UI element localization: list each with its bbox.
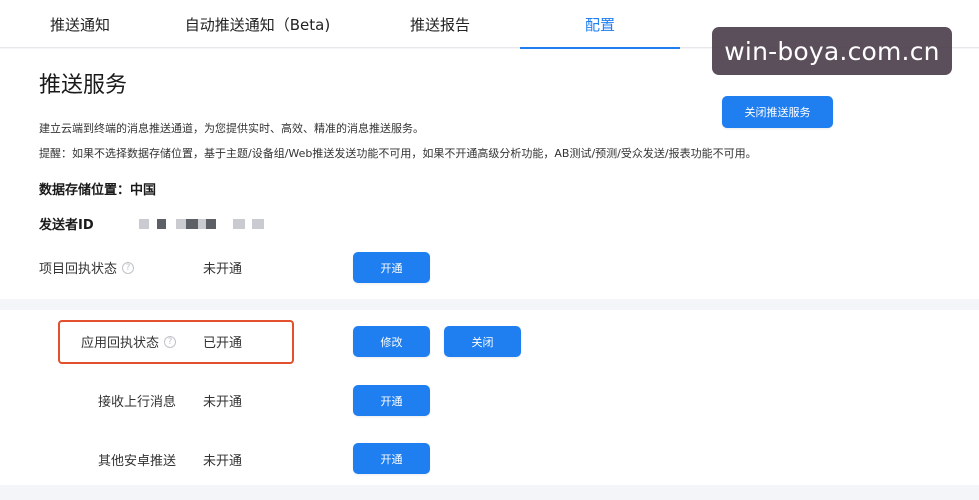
project-receipt-status: 未开通 <box>203 262 243 277</box>
tab-auto-push-notification[interactable]: 自动推送通知（Beta) <box>170 0 345 48</box>
close-push-service-button[interactable]: 关闭推送服务 <box>722 96 833 128</box>
other-android-status: 未开通 <box>203 454 243 469</box>
app-receipt-label: 应用回执状态 ? <box>81 332 177 351</box>
upstream-message-label: 接收上行消息 <box>98 395 177 410</box>
other-android-label: 其他安卓推送 <box>98 454 177 469</box>
upstream-message-status: 未开通 <box>203 395 243 410</box>
help-icon[interactable]: ? <box>164 335 177 348</box>
enable-project-receipt-button[interactable]: 开通 <box>353 252 430 283</box>
tab-push-notification[interactable]: 推送通知 <box>20 0 140 48</box>
tab-push-report[interactable]: 推送报告 <box>380 0 500 48</box>
enable-other-android-button[interactable]: 开通 <box>353 443 430 474</box>
app-receipt-text: 应用回执状态 <box>81 336 160 351</box>
modify-app-receipt-button[interactable]: 修改 <box>353 326 430 357</box>
service-note: 提醒：如果不选择数据存储位置，基于主题/设备组/Web推送发送功能不可用，如果不… <box>39 147 757 160</box>
watermark: win-boya.com.cn <box>712 27 952 75</box>
help-icon[interactable]: ? <box>122 261 135 274</box>
app-receipt-status: 已开通 <box>203 336 243 351</box>
service-description: 建立云端到终端的消息推送通道，为您提供实时、高效、精准的消息推送服务。 <box>39 122 424 135</box>
push-service-panel <box>0 49 979 299</box>
close-app-receipt-button[interactable]: 关闭 <box>444 326 521 357</box>
storage-location: 数据存储位置：中国 <box>39 183 157 198</box>
enable-upstream-button[interactable]: 开通 <box>353 385 430 416</box>
sender-id-label: 发送者ID <box>39 218 94 233</box>
project-receipt-label: 项目回执状态 ? <box>39 258 135 277</box>
project-receipt-text: 项目回执状态 <box>39 262 118 277</box>
page-title: 推送服务 <box>39 73 128 98</box>
tab-config[interactable]: 配置 <box>520 0 680 49</box>
